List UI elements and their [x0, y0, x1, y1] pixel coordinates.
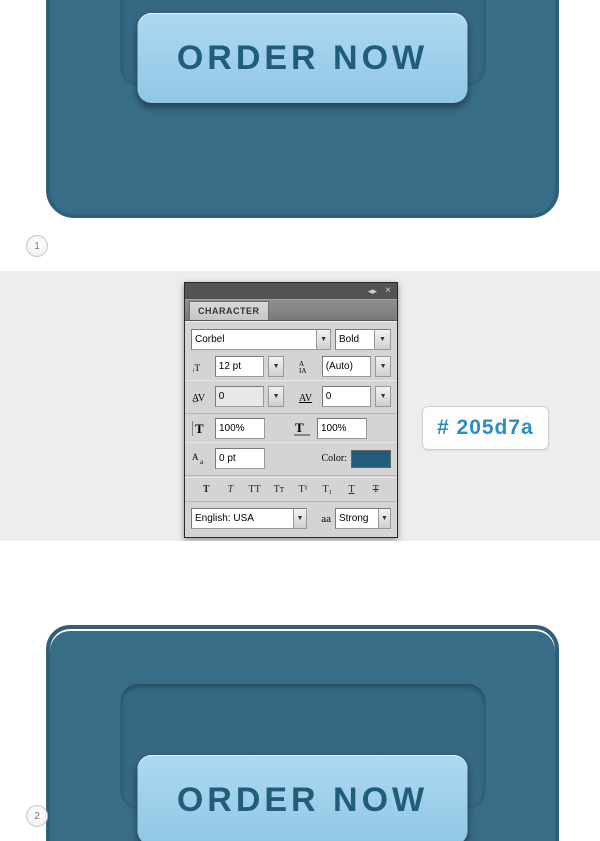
panel-header: CHARACTER — [185, 299, 397, 321]
font-family-select[interactable]: ▼ — [191, 329, 331, 350]
faux-italic-button[interactable]: T — [221, 484, 239, 495]
font-style-select[interactable]: ▼ — [335, 329, 391, 350]
text-color-swatch[interactable] — [351, 450, 391, 468]
button-recess: ORDER NOW ORDER NOW — [120, 684, 485, 809]
order-button-label: ORDER NOW — [177, 781, 428, 820]
leading-icon: AIA — [298, 357, 318, 376]
character-panel-area: ◂▸ × CHARACTER ▼ ▼ — [0, 271, 600, 541]
type-styles-row: T T TT Tᴛ T¹ T₁ T T — [185, 477, 397, 502]
language-select[interactable]: ▼ — [191, 508, 307, 529]
order-button-label: ORDER NOW — [177, 39, 428, 78]
step-number-badge: 1 — [26, 235, 48, 257]
panel-menu-icon[interactable]: ◂▸ — [368, 286, 377, 297]
font-size-field[interactable] — [215, 356, 264, 377]
kerning-row: A̲V ▼ AV ▼ — [185, 380, 397, 414]
size-dd[interactable]: ▼ — [268, 356, 284, 377]
font-size-icon: ᵢT — [191, 357, 211, 376]
hex-color-text: # 205d7a — [437, 416, 534, 439]
size-row: ᵢT ▼ AIA ▼ — [185, 353, 397, 380]
kerning-field[interactable] — [215, 386, 264, 407]
panel-tabstrip: ◂▸ × — [185, 283, 397, 299]
antialias-icon: aa — [321, 513, 331, 525]
all-caps-button[interactable]: TT — [246, 484, 264, 495]
font-size-input[interactable] — [216, 358, 252, 375]
hex-color-callout: # 205d7a — [422, 406, 549, 450]
tracking-icon: AV — [298, 387, 318, 406]
underline-button[interactable]: T — [343, 484, 361, 495]
step-number: 1 — [34, 241, 40, 252]
subscript-button[interactable]: T₁ — [318, 484, 336, 495]
leading-dd[interactable]: ▼ — [375, 356, 391, 377]
vscale-icon: T — [191, 419, 211, 438]
chevron-down-icon[interactable]: ▼ — [378, 509, 390, 528]
hscale-icon: T — [293, 419, 313, 438]
svg-text:ᵢT: ᵢT — [193, 363, 200, 373]
button-recess: ORDER NOW — [120, 0, 485, 86]
language-input[interactable] — [192, 510, 293, 527]
svg-text:IA: IA — [299, 367, 306, 374]
vscale-field[interactable] — [215, 418, 265, 439]
baseline-row: Aa Color: — [185, 442, 397, 476]
step-number: 2 — [34, 811, 40, 822]
svg-text:T: T — [195, 421, 204, 436]
panel-body: ▼ ▼ ᵢT ▼ AIA — [185, 321, 397, 537]
svg-text:A: A — [192, 452, 199, 462]
color-label: Color: — [321, 453, 347, 464]
character-tab-label: CHARACTER — [198, 306, 260, 316]
step-1-preview: ORDER NOW 1 — [0, 0, 600, 271]
chevron-down-icon[interactable]: ▼ — [293, 509, 306, 528]
svg-text:T: T — [295, 420, 304, 435]
character-panel: ◂▸ × CHARACTER ▼ ▼ — [184, 282, 398, 538]
button-backdrop: ORDER NOW — [46, 0, 559, 218]
tracking-dd[interactable]: ▼ — [375, 386, 391, 407]
kerning-icon: A̲V — [191, 387, 211, 406]
character-tab[interactable]: CHARACTER — [189, 301, 269, 320]
baseline-input[interactable] — [216, 450, 266, 467]
step-2-preview: ORDER NOW ORDER NOW 2 — [0, 541, 600, 841]
hscale-input[interactable] — [318, 420, 368, 437]
tracking-input[interactable] — [323, 388, 359, 405]
step-number-badge: 2 — [26, 805, 48, 827]
leading-field[interactable] — [322, 356, 371, 377]
superscript-button[interactable]: T¹ — [294, 484, 312, 495]
antialias-input[interactable] — [336, 510, 378, 527]
font-family-input[interactable] — [192, 331, 316, 348]
small-caps-button[interactable]: Tᴛ — [270, 484, 288, 495]
faux-bold-button[interactable]: T — [197, 484, 215, 495]
scale-row: T T — [185, 415, 397, 442]
leading-input[interactable] — [323, 358, 359, 375]
hscale-field[interactable] — [317, 418, 367, 439]
svg-text:A̲V: A̲V — [192, 393, 206, 404]
svg-text:AV: AV — [299, 393, 313, 404]
strikethrough-button[interactable]: T — [367, 484, 385, 495]
panel-close-icon[interactable]: × — [385, 285, 391, 296]
baseline-field[interactable] — [215, 448, 265, 469]
font-style-input[interactable] — [336, 331, 374, 348]
order-button[interactable]: ORDER NOW ORDER NOW — [138, 755, 468, 841]
order-button[interactable]: ORDER NOW — [138, 13, 468, 103]
antialias-select[interactable]: ▼ — [335, 508, 391, 529]
kerning-dd[interactable]: ▼ — [268, 386, 284, 407]
baseline-shift-icon: Aa — [191, 449, 211, 468]
chevron-down-icon[interactable]: ▼ — [374, 330, 390, 349]
chevron-down-icon[interactable]: ▼ — [316, 330, 330, 349]
font-row: ▼ ▼ — [185, 322, 397, 353]
svg-text:a: a — [200, 458, 204, 466]
vscale-input[interactable] — [216, 420, 266, 437]
kerning-input[interactable] — [216, 388, 252, 405]
tracking-field[interactable] — [322, 386, 371, 407]
lang-row: ▼ aa ▼ — [185, 502, 397, 537]
button-backdrop: ORDER NOW ORDER NOW — [46, 625, 559, 841]
